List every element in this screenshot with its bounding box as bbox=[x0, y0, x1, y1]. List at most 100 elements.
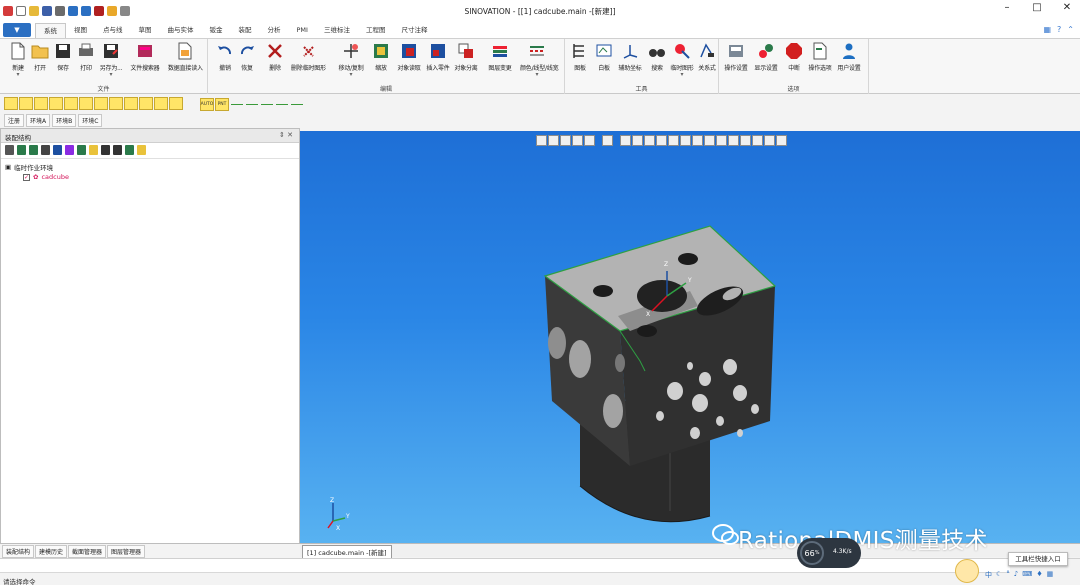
tab-assembly[interactable]: 装配 bbox=[231, 23, 260, 38]
ime-icon[interactable]: 中 bbox=[985, 570, 992, 580]
visibility-checkbox[interactable]: ✓ bbox=[23, 173, 30, 181]
new-file-icon[interactable] bbox=[16, 6, 26, 16]
line-snap-icon[interactable] bbox=[19, 97, 33, 110]
diagonal-snap-icon[interactable] bbox=[64, 97, 78, 110]
tab-layer-manager[interactable]: 图层管理器 bbox=[107, 544, 146, 558]
document-tab-cadcube[interactable]: [1] cadcube.main -[新建] bbox=[302, 545, 392, 559]
3d-viewport[interactable]: Z Y X Z Y X bbox=[300, 131, 1080, 543]
tree-ins-icon[interactable] bbox=[41, 145, 50, 155]
tree-move-icon[interactable] bbox=[29, 145, 38, 155]
tab-env-b[interactable]: 环境B bbox=[52, 114, 77, 127]
tab-surface-solid[interactable]: 曲与实体 bbox=[160, 23, 202, 38]
tree-expand-icon[interactable] bbox=[77, 145, 86, 155]
mic-icon[interactable]: ♪ bbox=[1014, 570, 1018, 580]
dash-line-icon[interactable] bbox=[246, 103, 258, 105]
tab-register[interactable]: 注册 bbox=[4, 114, 25, 127]
object-separate-button[interactable]: 对象分离 bbox=[449, 42, 483, 82]
save-as-button[interactable]: 另存为... ▾ bbox=[94, 42, 128, 82]
tab-env-c[interactable]: 环境C bbox=[78, 114, 103, 127]
image-snap-icon[interactable] bbox=[169, 97, 183, 110]
tab-section-manager[interactable]: 截面管理器 bbox=[68, 544, 107, 558]
box-snap-icon[interactable] bbox=[109, 97, 123, 110]
curve-line-icon[interactable] bbox=[261, 103, 273, 105]
shirt-icon[interactable]: ♦ bbox=[1036, 570, 1042, 580]
wechat-logo-icon bbox=[712, 524, 739, 545]
polyline-snap-icon[interactable] bbox=[34, 97, 48, 110]
segment-snap-icon[interactable] bbox=[49, 97, 63, 110]
save-tree-icon[interactable] bbox=[5, 145, 14, 155]
rectangle-snap-icon[interactable] bbox=[94, 97, 108, 110]
application-menu-button[interactable]: ▼ bbox=[3, 23, 31, 37]
tree-refresh-icon[interactable] bbox=[125, 145, 134, 155]
user-settings-icon bbox=[843, 43, 855, 59]
aux-coordinate-icon bbox=[623, 45, 638, 59]
dropdown-icon[interactable] bbox=[120, 6, 130, 16]
user-settings-button[interactable]: 用户设置 bbox=[832, 42, 866, 82]
ribbon-group-file: 新建 ▾ 打开 保存 打印 另存为... ▾ 文件搜索器 数据直接读入 文件 bbox=[0, 39, 208, 94]
tree-link-icon[interactable] bbox=[53, 145, 62, 155]
color-linetype-button[interactable]: 颜色/线型/线宽 ▾ bbox=[520, 42, 559, 82]
tree-item-cadcube[interactable]: ✓ ✿ cadcube bbox=[5, 172, 295, 182]
panel-bottom-tabs: 装配结构 建模历史 截面管理器 图层管理器 bbox=[0, 544, 300, 558]
tree-search-icon[interactable] bbox=[101, 145, 110, 155]
keyboard-icon[interactable]: ⌨ bbox=[1022, 570, 1032, 580]
ribbon-minimize-icon[interactable]: ⌃ bbox=[1067, 25, 1074, 34]
delete-temp-graphics-button[interactable]: 删除临时图形 bbox=[291, 42, 326, 82]
file-searcher-button[interactable]: 文件搜索器 bbox=[128, 42, 162, 82]
tab-system[interactable]: 系统 bbox=[35, 23, 66, 38]
print-icon[interactable] bbox=[55, 6, 65, 16]
punctuation-icon[interactable]: ° bbox=[1006, 570, 1010, 580]
tab-analysis[interactable]: 分析 bbox=[260, 23, 289, 38]
maximize-icon[interactable]: □ bbox=[1028, 2, 1046, 13]
grid-tray-icon[interactable]: ▦ bbox=[1047, 570, 1054, 580]
tab-model-history[interactable]: 建模历史 bbox=[35, 544, 68, 558]
tab-dimension[interactable]: 尺寸注释 bbox=[393, 23, 435, 38]
tree-help-icon[interactable] bbox=[137, 145, 146, 155]
line-icon[interactable] bbox=[231, 103, 243, 105]
cad-model[interactable] bbox=[300, 131, 1080, 543]
save-icon[interactable] bbox=[42, 6, 52, 16]
point-snap-button[interactable]: PNT bbox=[215, 97, 229, 111]
tree-find-icon[interactable] bbox=[113, 145, 122, 155]
close-icon[interactable]: ✕ bbox=[1058, 2, 1076, 13]
help-icon[interactable]: ? bbox=[1057, 25, 1061, 34]
move-copy-button[interactable]: 移动/复制 ▾ bbox=[334, 42, 368, 82]
pin-icon[interactable]: ⇕ bbox=[279, 131, 285, 139]
wave-line-icon[interactable] bbox=[276, 103, 288, 105]
tree-color-icon[interactable] bbox=[65, 145, 74, 155]
panel-close-icon[interactable]: ✕ bbox=[287, 131, 293, 139]
end-line-icon[interactable] bbox=[291, 103, 303, 105]
tab-assembly-structure[interactable]: 装配结构 bbox=[2, 544, 35, 558]
redo-icon[interactable] bbox=[81, 6, 91, 16]
assistant-avatar[interactable] bbox=[955, 559, 979, 583]
tree-star-icon[interactable] bbox=[89, 145, 98, 155]
tree-root[interactable]: ▣ 临时作业环境 bbox=[5, 162, 295, 172]
delete-icon[interactable] bbox=[94, 6, 104, 16]
circle-snap-icon[interactable] bbox=[79, 97, 93, 110]
move-icon[interactable] bbox=[107, 6, 117, 16]
tab-pmi[interactable]: PMI bbox=[289, 23, 316, 38]
open-file-icon[interactable] bbox=[29, 6, 39, 16]
tab-sheet-metal[interactable]: 钣金 bbox=[202, 23, 231, 38]
tree-add-icon[interactable] bbox=[17, 145, 26, 155]
auto-snap-button[interactable]: AUTO bbox=[200, 97, 214, 111]
tab-env-a[interactable]: 环境A bbox=[26, 114, 51, 127]
parallelogram-snap-icon[interactable] bbox=[139, 97, 153, 110]
direct-read-button[interactable]: 数据直接读入 bbox=[168, 42, 203, 82]
minimize-icon[interactable]: – bbox=[998, 2, 1016, 13]
performance-widget[interactable]: 66% 4.3K/s bbox=[797, 538, 861, 568]
tab-point-line[interactable]: 点与线 bbox=[95, 23, 131, 38]
operation-settings-button[interactable]: 操作设置 bbox=[719, 42, 753, 82]
layer-change-button[interactable]: 图层变更 bbox=[483, 42, 517, 82]
delete-button[interactable]: 删除 bbox=[258, 42, 292, 82]
point-snap-icon[interactable] bbox=[4, 97, 18, 110]
tab-sketch[interactable]: 草图 bbox=[131, 23, 160, 38]
layout-icon[interactable]: ▦ bbox=[1043, 25, 1051, 34]
tab-drawing[interactable]: 工程图 bbox=[358, 23, 394, 38]
tab-3d-annotation[interactable]: 三维标注 bbox=[316, 23, 358, 38]
moon-icon[interactable]: ☾ bbox=[996, 570, 1002, 580]
undo-icon[interactable] bbox=[68, 6, 78, 16]
grid-snap-icon[interactable] bbox=[154, 97, 168, 110]
copy-snap-icon[interactable] bbox=[124, 97, 138, 110]
tab-view[interactable]: 视图 bbox=[66, 23, 95, 38]
